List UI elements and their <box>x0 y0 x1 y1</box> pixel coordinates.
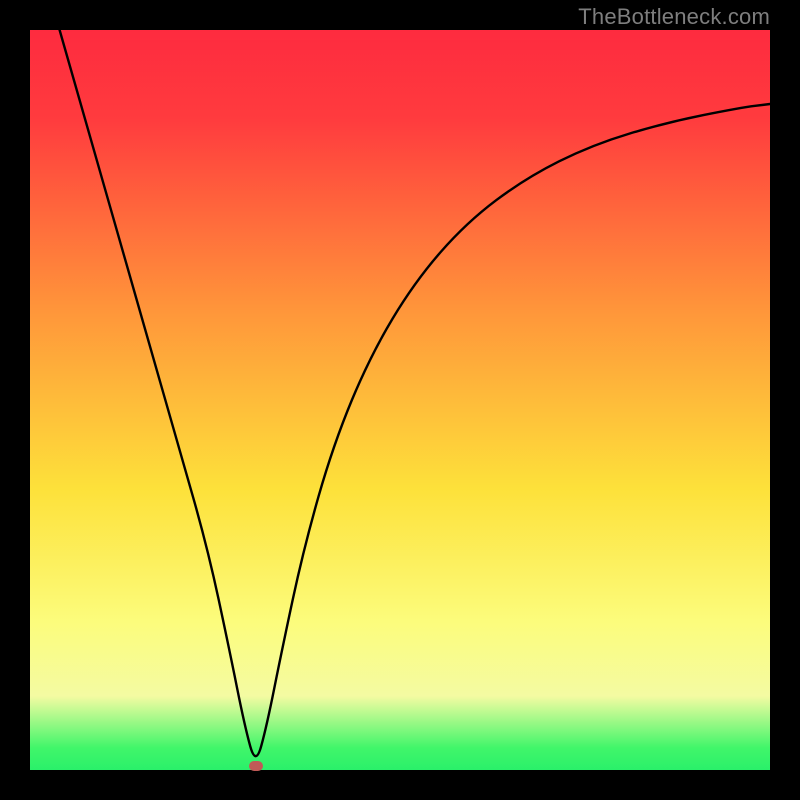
minimum-marker <box>249 761 263 771</box>
plot-area <box>30 30 770 770</box>
watermark-text: TheBottleneck.com <box>578 4 770 30</box>
chart-frame: TheBottleneck.com <box>0 0 800 800</box>
bottleneck-curve <box>30 30 770 770</box>
